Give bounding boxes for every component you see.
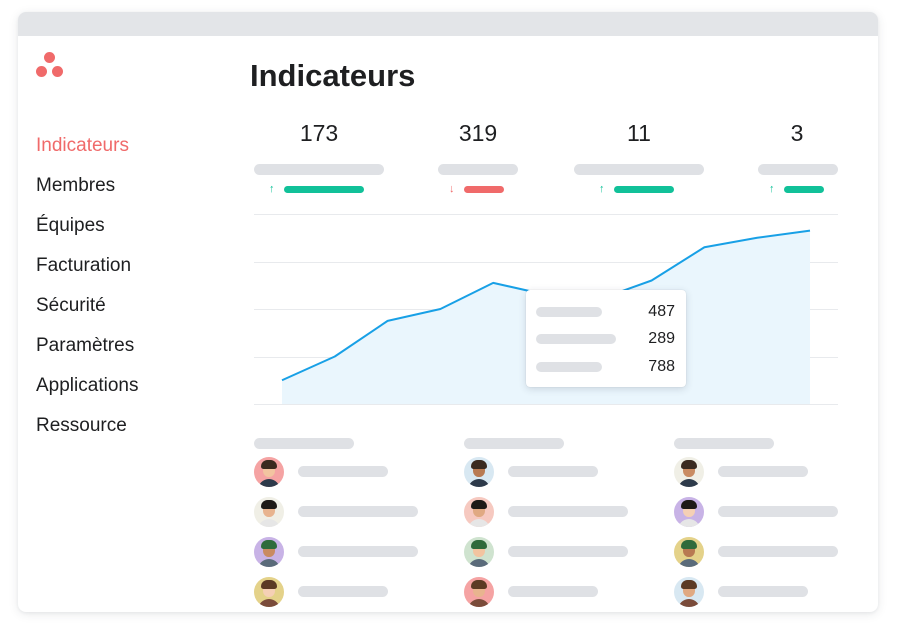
metric-value: 3 [790, 120, 804, 146]
column-header-placeholder [254, 438, 354, 449]
chart-tooltip: 487 289 788 [526, 290, 686, 387]
arrow-down-icon: ↓ [449, 183, 455, 195]
asana-logo-icon[interactable] [36, 52, 64, 78]
avatar[interactable] [464, 457, 494, 487]
trend-bar [464, 186, 504, 193]
sidebar-nav: Indicateurs Membres Équipes Facturation … [36, 126, 138, 446]
trend-bar [784, 186, 824, 193]
member-name-placeholder [718, 546, 838, 557]
member-name-placeholder [298, 506, 418, 517]
member-name-placeholder [298, 586, 388, 597]
member-name-placeholder [508, 586, 598, 597]
member-name-placeholder [298, 546, 418, 557]
tooltip-label-placeholder [536, 334, 616, 344]
tooltip-value: 788 [648, 358, 675, 375]
column-header-placeholder [674, 438, 774, 449]
page-title: Indicateurs [250, 58, 416, 93]
member-name-placeholder [508, 466, 598, 477]
member-name-placeholder [718, 506, 838, 517]
member-name-placeholder [508, 546, 628, 557]
trend-bar [614, 186, 674, 193]
avatar[interactable] [674, 497, 704, 527]
member-name-placeholder [718, 586, 808, 597]
avatar[interactable] [254, 497, 284, 527]
arrow-up-icon: ↑ [269, 183, 275, 195]
sidebar-item-applications[interactable]: Applications [36, 366, 138, 406]
avatar[interactable] [254, 577, 284, 607]
member-name-placeholder [298, 466, 388, 477]
metric-value: 173 [299, 120, 339, 146]
member-name-placeholder [508, 506, 628, 517]
avatar[interactable] [674, 577, 704, 607]
avatar[interactable] [254, 457, 284, 487]
member-name-placeholder [718, 466, 808, 477]
tooltip-row: 788 [526, 357, 686, 377]
trend-bar [284, 186, 364, 193]
sidebar-item-parametres[interactable]: Paramètres [36, 326, 138, 366]
sidebar-item-equipes[interactable]: Équipes [36, 206, 138, 246]
metric-label-placeholder [254, 164, 384, 175]
metric-label-placeholder [758, 164, 838, 175]
avatar[interactable] [674, 537, 704, 567]
arrow-up-icon: ↑ [599, 183, 605, 195]
sidebar-item-ressource[interactable]: Ressource [36, 406, 138, 446]
window-titlebar [18, 12, 878, 36]
tooltip-label-placeholder [536, 307, 602, 317]
app-window: Indicateurs Membres Équipes Facturation … [18, 12, 878, 612]
tooltip-row: 289 [526, 329, 686, 349]
avatar[interactable] [254, 537, 284, 567]
metric-label-placeholder [438, 164, 518, 175]
avatar[interactable] [464, 577, 494, 607]
avatar[interactable] [674, 457, 704, 487]
tooltip-value: 289 [648, 330, 675, 347]
sidebar-item-securite[interactable]: Sécurité [36, 286, 138, 326]
metric-value: 319 [458, 120, 498, 146]
metric-value: 11 [627, 120, 651, 146]
tooltip-label-placeholder [536, 362, 602, 372]
metric-label-placeholder [574, 164, 704, 175]
sidebar-item-facturation[interactable]: Facturation [36, 246, 138, 286]
sidebar-item-indicateurs[interactable]: Indicateurs [36, 126, 138, 166]
tooltip-row: 487 [526, 302, 686, 322]
column-header-placeholder [464, 438, 564, 449]
avatar[interactable] [464, 537, 494, 567]
tooltip-value: 487 [648, 303, 675, 320]
sidebar-item-membres[interactable]: Membres [36, 166, 138, 206]
arrow-up-icon: ↑ [769, 183, 775, 195]
avatar[interactable] [464, 497, 494, 527]
